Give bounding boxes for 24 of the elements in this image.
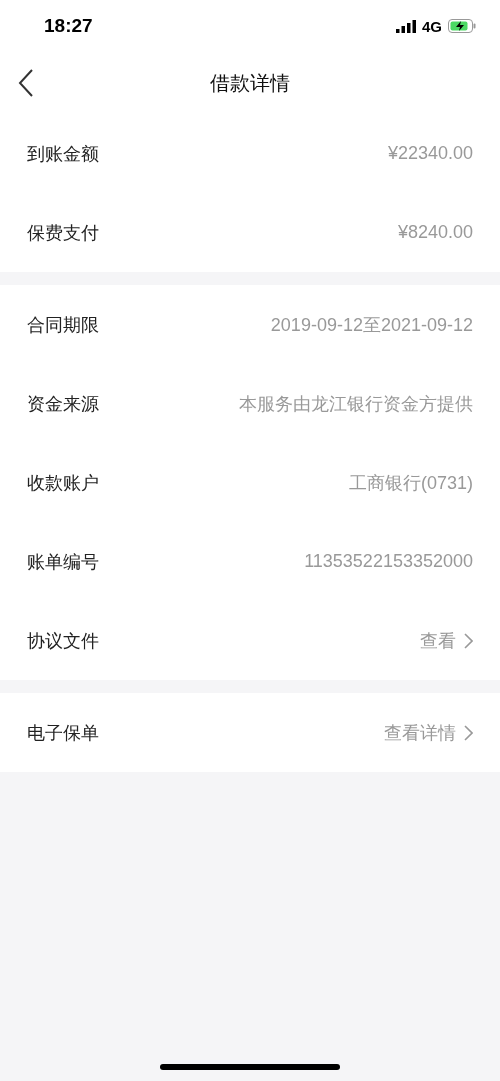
row-label: 协议文件	[27, 629, 99, 653]
row-label: 到账金额	[27, 142, 99, 166]
row-value: ¥22340.00	[387, 143, 473, 164]
row-value: 本服务由龙江银行资金方提供	[239, 392, 473, 416]
row-label: 资金来源	[27, 392, 99, 416]
chevron-right-icon[interactable]	[464, 724, 473, 741]
row-value: 2019-09-12至2021-09-12	[270, 313, 473, 337]
row-value: 工商银行(0731)	[348, 471, 473, 495]
page-title: 借款详情	[210, 70, 290, 96]
status-time: 18:27	[44, 15, 93, 37]
row-label: 保费支付	[27, 221, 99, 245]
row-label: 收款账户	[27, 471, 99, 495]
view-link[interactable]: 查看	[420, 628, 456, 653]
chevron-right-icon[interactable]	[464, 632, 473, 649]
row-value: 11353522153352000	[304, 551, 473, 572]
row-label: 账单编号	[27, 550, 99, 574]
signal-icon	[396, 19, 416, 33]
row-label: 电子保单	[27, 721, 99, 745]
row-value: ¥8240.00	[397, 222, 473, 243]
back-icon[interactable]	[18, 69, 34, 97]
network-type: 4G	[422, 17, 442, 35]
row-label: 合同期限	[27, 313, 99, 337]
view-link[interactable]: 查看详情	[384, 720, 456, 745]
battery-charging-icon	[448, 19, 476, 33]
